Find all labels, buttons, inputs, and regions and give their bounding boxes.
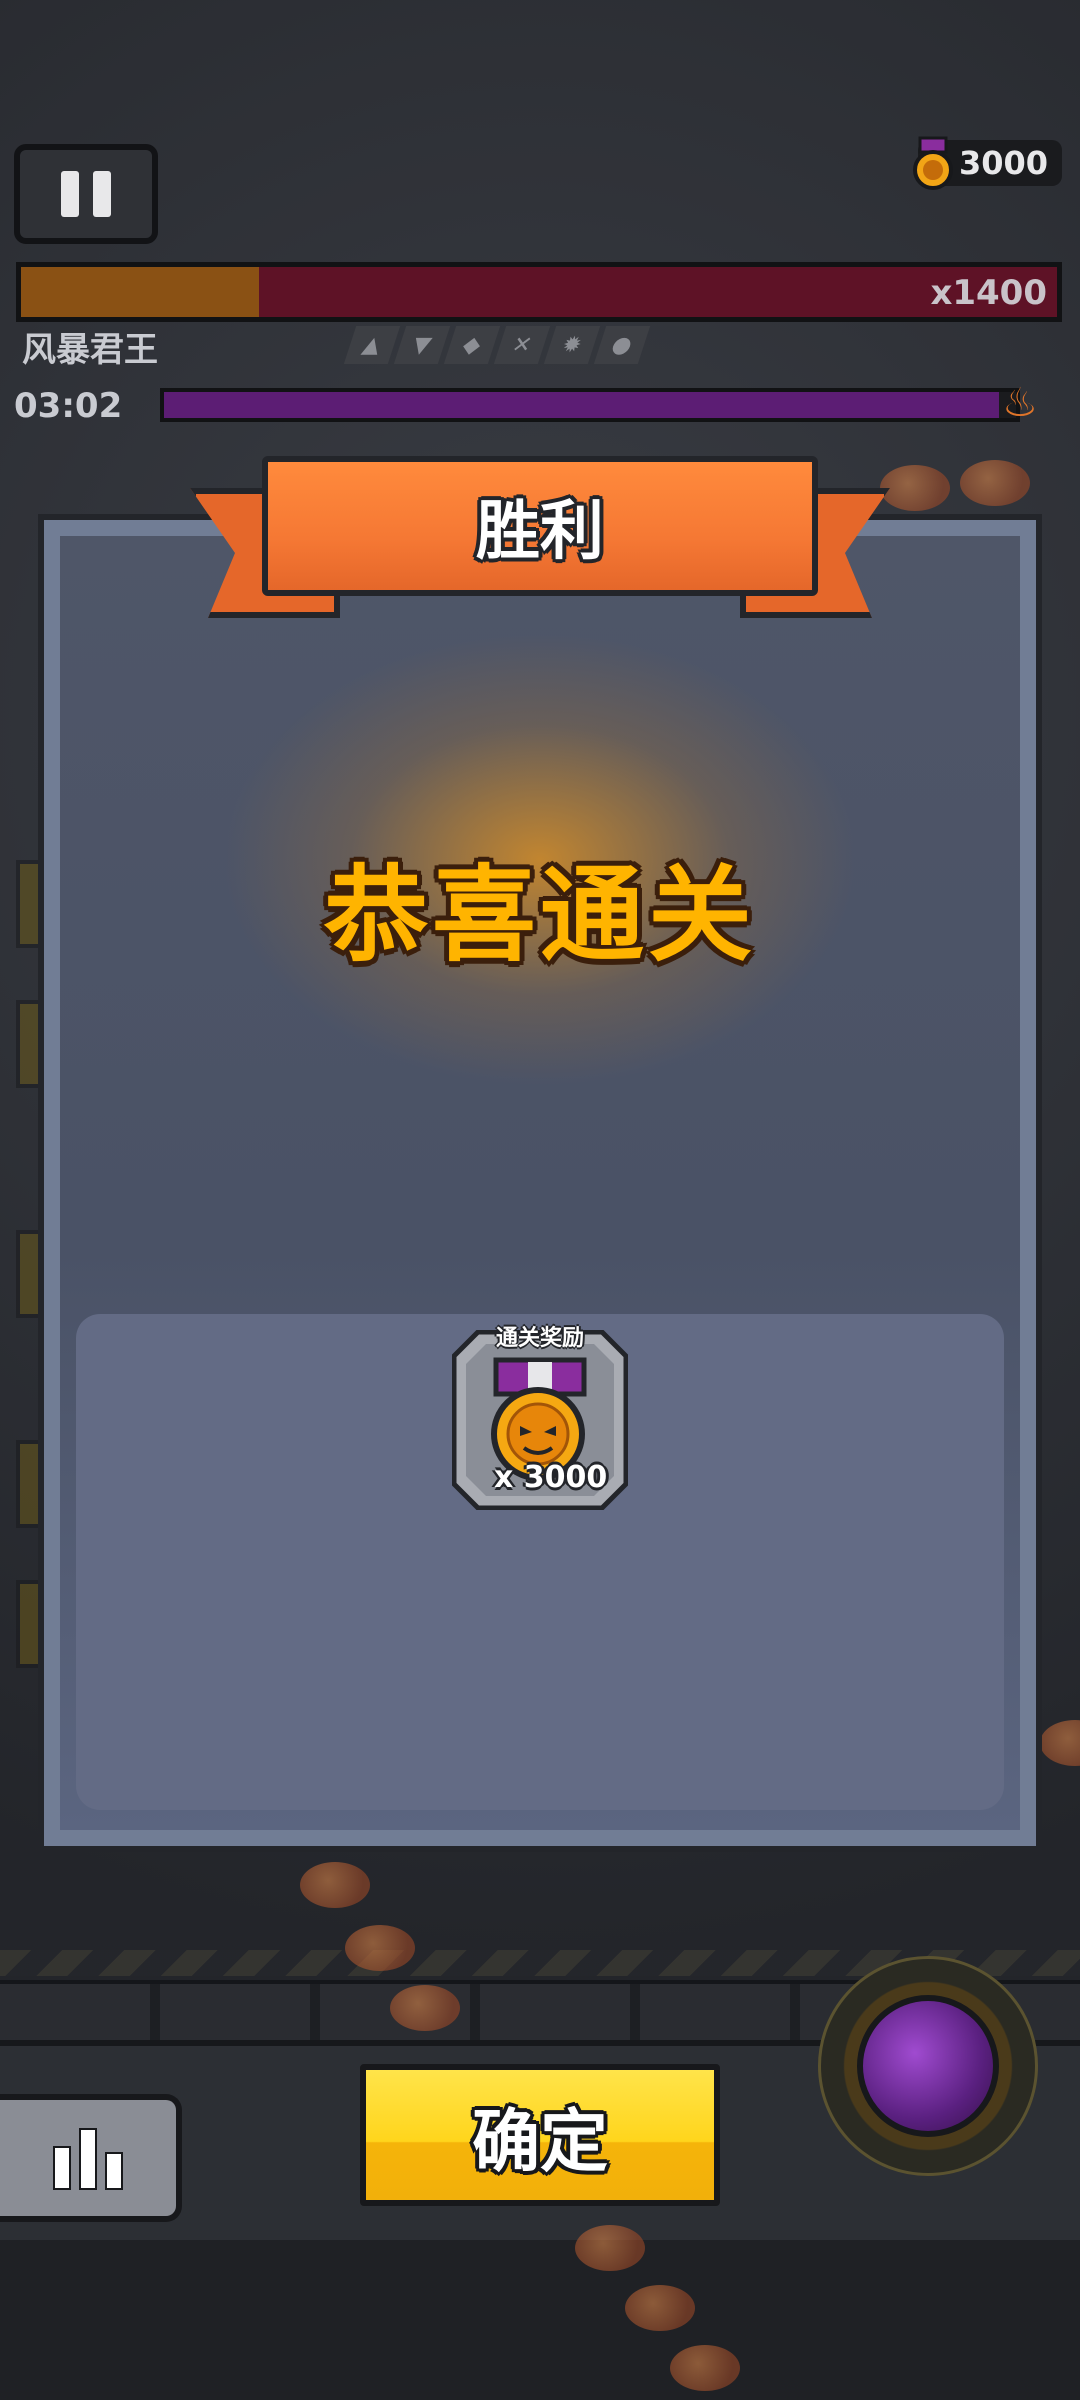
reward-count: x 3000 [494, 1460, 608, 1495]
medal-icon [913, 136, 953, 190]
reward-label: 通关奖励 [495, 1326, 584, 1351]
skill-icon: ✹ [543, 326, 601, 364]
congrats-message: 恭喜通关 [323, 854, 756, 976]
ability-orb-icon [857, 1995, 999, 2137]
boss-health-bar: x1400 [16, 262, 1062, 322]
bar-chart-icon [105, 2152, 123, 2190]
skill-icon: ▼ [393, 326, 451, 364]
background-lower [0, 2240, 1080, 2400]
pause-icon [93, 171, 111, 217]
boss-skill-row: ▲ ▼ ◆ ✕ ✹ ● [343, 326, 651, 364]
skill-icon: ● [593, 326, 651, 364]
enemy-blob [880, 465, 950, 511]
wave-progress-bar [160, 388, 1020, 422]
wave-progress-fill [164, 392, 999, 418]
enemy-blob [345, 1925, 415, 1971]
enemy-blob [390, 1985, 460, 2031]
bar-chart-icon [79, 2128, 97, 2190]
skill-icon: ◆ [443, 326, 501, 364]
confirm-label: 确定 [471, 2102, 608, 2182]
enemy-blob [575, 2225, 645, 2271]
medal-count-value: 3000 [958, 144, 1048, 182]
skill-icon: ✕ [493, 326, 551, 364]
boss-health-multiplier: x1400 [930, 273, 1047, 313]
dialog-title-ribbon: 胜利 [262, 456, 818, 596]
pause-button[interactable] [14, 144, 158, 244]
enemy-blob [625, 2285, 695, 2331]
confirm-button[interactable]: 确定 [360, 2064, 720, 2206]
skill-icon: ▲ [343, 326, 401, 364]
boss-health-fill [21, 267, 260, 317]
stats-button[interactable] [0, 2094, 182, 2222]
pause-icon [61, 171, 79, 217]
bar-chart-icon [53, 2146, 71, 2190]
boss-name: 风暴君王 [22, 330, 158, 370]
enemy-blob [300, 1862, 370, 1908]
fire-icon: ♨ [1002, 380, 1038, 426]
enemy-blob [670, 2345, 740, 2391]
enemy-blob [960, 460, 1030, 506]
game-timer: 03:02 [14, 386, 123, 426]
ability-button[interactable] [818, 1956, 1038, 2176]
dialog-title: 胜利 [476, 495, 604, 569]
